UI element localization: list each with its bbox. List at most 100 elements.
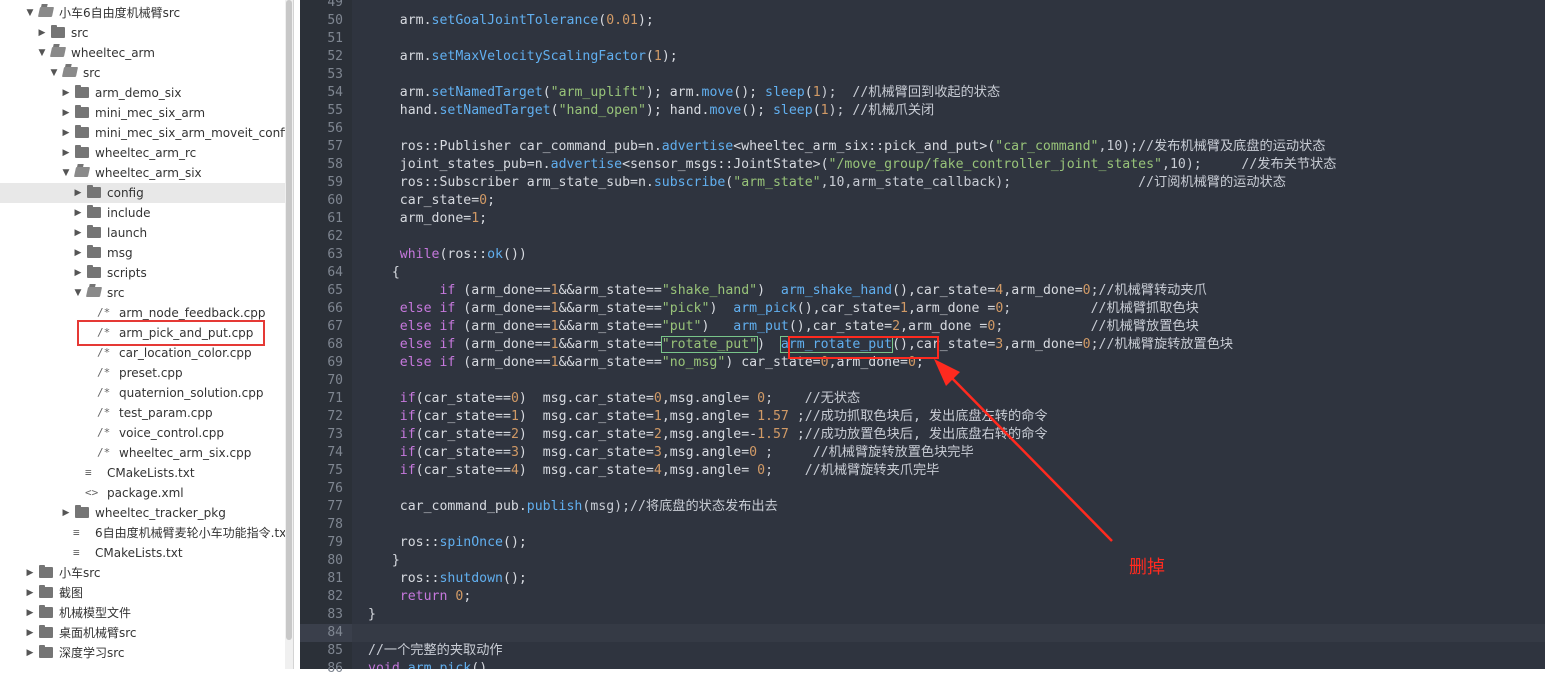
sidebar-scrollbar-thumb[interactable] <box>286 0 292 640</box>
code-line[interactable]: { <box>368 264 400 282</box>
code-line[interactable]: else if (arm_done==1&&arm_state=="put") … <box>368 318 1199 336</box>
code-editor[interactable]: arm.setGoalJointTolerance(0.01); arm.set… <box>352 0 1545 669</box>
tree-item[interactable]: ▶ arm_demo_six <box>0 83 285 103</box>
line-number: 77 <box>327 499 343 514</box>
tree-item[interactable]: ▶ 小车src <box>0 563 285 583</box>
chevron-right-icon[interactable]: ▶ <box>25 643 35 663</box>
chevron-down-icon[interactable]: ▼ <box>61 163 71 183</box>
code-token: ,arm_done = <box>907 301 996 316</box>
tree-item[interactable]: ▶ 截图 <box>0 583 285 603</box>
tree-item[interactable]: ▼ src <box>0 63 285 83</box>
code-token: ;//成功抓取色块后, 发出底盘左转的命令 <box>788 409 1048 424</box>
code-line[interactable]: if(car_state==1) msg.car_state=1,msg.ang… <box>368 408 1048 426</box>
tree-item[interactable]: ▼ src <box>0 283 285 303</box>
folder-icon <box>87 265 101 278</box>
chevron-down-icon[interactable]: ▼ <box>49 63 59 83</box>
chevron-right-icon[interactable]: ▶ <box>61 503 71 523</box>
tree-item[interactable]: ▶ src <box>0 23 285 43</box>
folder-icon <box>75 145 89 158</box>
chevron-right-icon[interactable]: ▶ <box>73 243 83 263</box>
tree-item[interactable]: ▶ 桌面机械臂src <box>0 623 285 643</box>
code-line[interactable]: else if (arm_done==1&&arm_state=="pick")… <box>368 300 1199 318</box>
chevron-right-icon[interactable]: ▶ <box>73 263 83 283</box>
tree-item[interactable]: ▼ 小车6自由度机械臂src <box>0 3 285 23</box>
tree-item-label: package.xml <box>107 486 184 500</box>
tree-item[interactable]: ≡ CMakeLists.txt <box>0 463 285 483</box>
code-line[interactable]: arm.setGoalJointTolerance(0.01); <box>368 12 654 30</box>
tree-item[interactable]: ▶ config <box>0 183 285 203</box>
chevron-right-icon[interactable]: ▶ <box>61 143 71 163</box>
code-token: 1 <box>550 301 559 316</box>
code-line[interactable]: } <box>368 552 400 570</box>
code-token: ) <box>709 301 734 316</box>
code-line[interactable]: if(car_state==3) msg.car_state=3,msg.ang… <box>368 444 974 462</box>
tree-item[interactable]: ▶ launch <box>0 223 285 243</box>
tree-item[interactable]: /* car_location_color.cpp <box>0 343 285 363</box>
code-line[interactable]: if(car_state==4) msg.car_state=4,msg.ang… <box>368 462 940 480</box>
chevron-right-icon[interactable]: ▶ <box>61 123 71 143</box>
chevron-right-icon[interactable]: ▶ <box>37 23 47 43</box>
code-line[interactable]: if(car_state==0) msg.car_state=0,msg.ang… <box>368 390 860 408</box>
code-token: 3 <box>653 445 662 460</box>
code-token: 1 <box>550 355 559 370</box>
tree-item[interactable]: /* voice_control.cpp <box>0 423 285 443</box>
tree-item[interactable]: /* preset.cpp <box>0 363 285 383</box>
tree-item[interactable]: ▼ wheeltec_arm_six <box>0 163 285 183</box>
chevron-down-icon[interactable]: ▼ <box>37 43 47 63</box>
tree-item[interactable]: ≡ 6自由度机械臂麦轮小车功能指令.txt <box>0 523 291 543</box>
code-line[interactable]: arm.setNamedTarget("arm_uplift"); arm.mo… <box>368 84 1000 102</box>
code-line[interactable]: ros::shutdown(); <box>368 570 527 588</box>
chevron-right-icon[interactable]: ▶ <box>73 183 83 203</box>
tree-item[interactable]: <> package.xml <box>0 483 285 503</box>
tree-item-label: launch <box>107 226 148 240</box>
code-token: ;//机械臂转动夹爪 <box>1090 283 1207 298</box>
code-line[interactable]: } <box>368 606 376 624</box>
chevron-right-icon[interactable]: ▶ <box>25 603 35 623</box>
chevron-right-icon[interactable]: ▶ <box>25 623 35 643</box>
code-token: ;//机械臂旋转放置色块 <box>1090 337 1234 352</box>
code-line[interactable]: return 0; <box>368 588 472 606</box>
tree-item[interactable]: ▶ 深度学习src <box>0 643 285 663</box>
tree-item[interactable]: ▶ wheeltec_arm_rc <box>0 143 285 163</box>
tree-item-label: CMakeLists.txt <box>95 546 183 560</box>
tree-item[interactable]: /* quaternion_solution.cpp <box>0 383 285 403</box>
chevron-down-icon[interactable]: ▼ <box>73 283 83 303</box>
sidebar-scrollbar[interactable] <box>285 0 293 669</box>
chevron-right-icon[interactable]: ▶ <box>25 583 35 603</box>
tree-item[interactable]: ▶ 机械模型文件 <box>0 603 285 623</box>
code-line[interactable]: car_state=0; <box>368 192 495 210</box>
chevron-right-icon[interactable]: ▶ <box>73 203 83 223</box>
code-line[interactable]: ros::Subscriber arm_state_sub=n.subscrib… <box>368 174 1286 192</box>
tree-item[interactable]: /* wheeltec_arm_six.cpp <box>0 443 285 463</box>
code-line[interactable]: arm_done=1; <box>368 210 487 228</box>
tree-item[interactable]: ≡ CMakeLists.txt <box>0 543 285 563</box>
line-number: 56 <box>327 121 343 136</box>
code-line[interactable]: void arm_pick() <box>368 660 487 669</box>
chevron-right-icon[interactable]: ▶ <box>73 223 83 243</box>
code-line[interactable]: car_command_pub.publish(msg);//将底盘的状态发布出… <box>368 498 778 516</box>
code-line[interactable]: if (arm_done==1&&arm_state=="shake_hand"… <box>368 282 1207 300</box>
tree-item[interactable]: /* test_param.cpp <box>0 403 285 423</box>
chevron-right-icon[interactable]: ▶ <box>61 83 71 103</box>
code-line[interactable]: ros::spinOnce(); <box>368 534 527 552</box>
chevron-down-icon[interactable]: ▼ <box>25 3 35 23</box>
code-line[interactable]: hand.setNamedTarget("hand_open"); hand.m… <box>368 102 934 120</box>
tree-item[interactable]: ▶ include <box>0 203 285 223</box>
chevron-right-icon[interactable]: ▶ <box>25 563 35 583</box>
code-line[interactable]: ros::Publisher car_command_pub=n.adverti… <box>368 138 1326 156</box>
tree-item[interactable]: ▶ scripts <box>0 263 285 283</box>
tree-item[interactable]: ▶ msg <box>0 243 285 263</box>
code-token: arm_done= <box>368 211 472 226</box>
chevron-right-icon[interactable]: ▶ <box>61 103 71 123</box>
tree-item[interactable]: ▶ mini_mec_six_arm <box>0 103 285 123</box>
code-line[interactable]: while(ros::ok()) <box>368 246 527 264</box>
code-line[interactable]: if(car_state==2) msg.car_state=2,msg.ang… <box>368 426 1048 444</box>
code-token: ,msg.angle=- <box>661 427 758 442</box>
code-line[interactable]: arm.setMaxVelocityScalingFactor(1); <box>368 48 678 66</box>
code-line[interactable]: joint_states_pub=n.advertise<sensor_msgs… <box>368 156 1337 174</box>
tree-item[interactable]: ▼ wheeltec_arm <box>0 43 285 63</box>
folder-icon <box>39 565 53 578</box>
tree-item[interactable]: ▶ mini_mec_six_arm_moveit_config <box>0 123 293 143</box>
tree-item[interactable]: ▶ wheeltec_tracker_pkg <box>0 503 285 523</box>
code-line[interactable]: //一个完整的夹取动作 <box>368 642 503 660</box>
